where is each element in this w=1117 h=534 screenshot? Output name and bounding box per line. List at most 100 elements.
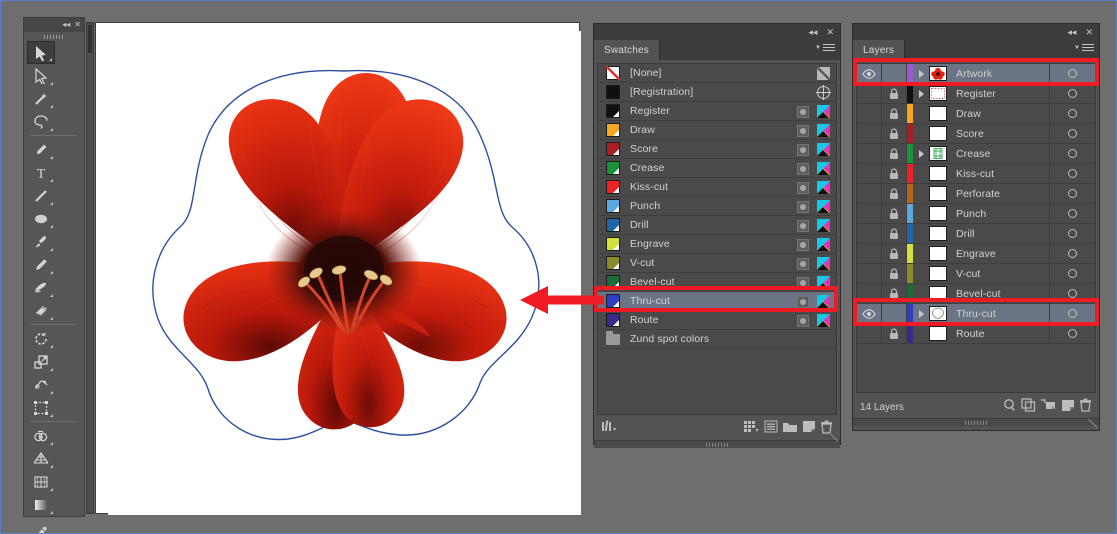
delete-selection-icon[interactable]	[1079, 398, 1092, 417]
swatches-resize-handle[interactable]	[829, 433, 838, 442]
layers-resize-handle[interactable]	[1088, 419, 1097, 428]
layer-target-indicator[interactable]	[1049, 164, 1095, 183]
swatch-color-chip[interactable]	[606, 142, 620, 156]
layer-visibility-toggle[interactable]	[857, 244, 882, 263]
layer-lock-toggle[interactable]	[882, 224, 907, 243]
swatch-color-chip[interactable]	[606, 256, 620, 270]
layer-visibility-toggle[interactable]	[857, 264, 882, 283]
layers-row-perforate[interactable]: Perforate	[857, 184, 1095, 204]
swatch-color-chip[interactable]	[606, 85, 620, 99]
layer-lock-toggle[interactable]	[882, 244, 907, 263]
swatch-color-chip[interactable]	[606, 275, 620, 289]
layer-lock-toggle[interactable]	[882, 104, 907, 123]
panel-menu-icon[interactable]: ▼	[1074, 44, 1094, 51]
ellipse-tool[interactable]	[27, 207, 55, 230]
swatches-row-register[interactable]: Register	[598, 102, 836, 121]
close-icon[interactable]: ✕	[1085, 27, 1093, 37]
layer-target-indicator[interactable]	[1049, 144, 1095, 163]
layers-row-v-cut[interactable]: V-cut	[857, 264, 1095, 284]
layers-row-engrave[interactable]: Engrave	[857, 244, 1095, 264]
layer-visibility-toggle[interactable]	[857, 184, 882, 203]
pen-tool[interactable]	[27, 138, 55, 161]
swatch-color-chip[interactable]	[606, 218, 620, 232]
close-icon[interactable]: ✕	[74, 21, 81, 29]
perspective-grid-tool[interactable]	[27, 447, 55, 470]
swatch-color-chip[interactable]	[606, 199, 620, 213]
lasso-tool[interactable]	[27, 110, 55, 133]
layer-lock-toggle[interactable]	[882, 84, 907, 103]
layer-disclosure-triangle[interactable]	[913, 84, 929, 103]
layer-target-indicator[interactable]	[1049, 284, 1095, 303]
mesh-tool[interactable]	[27, 470, 55, 493]
layer-target-indicator[interactable]	[1049, 264, 1095, 283]
layers-row-route[interactable]: Route	[857, 324, 1095, 344]
swatches-row-route[interactable]: Route	[598, 311, 836, 330]
layer-visibility-toggle[interactable]	[857, 304, 882, 323]
tab-layers[interactable]: Layers	[853, 40, 906, 60]
swatch-color-chip[interactable]	[606, 66, 620, 80]
swatch-color-chip[interactable]	[606, 294, 620, 308]
toolbar-drag-grip[interactable]	[24, 32, 84, 41]
layers-row-artwork[interactable]: Artwork	[857, 64, 1095, 84]
document-scrollbar[interactable]	[86, 22, 94, 514]
layers-row-score[interactable]: Score	[857, 124, 1095, 144]
close-icon[interactable]: ✕	[826, 27, 834, 37]
swatches-row-score[interactable]: Score	[598, 140, 836, 159]
swatch-options-icon[interactable]	[764, 420, 778, 438]
layers-list[interactable]: Artwork Register Draw Score Crease Kiss-cut Pe…	[856, 63, 1096, 393]
pencil-tool[interactable]	[27, 253, 55, 276]
layer-disclosure-triangle[interactable]	[913, 104, 929, 123]
layer-disclosure-triangle[interactable]	[913, 64, 929, 83]
layer-disclosure-triangle[interactable]	[913, 244, 929, 263]
collapse-to-icons-icon[interactable]: ◂◂	[1067, 27, 1076, 37]
layer-disclosure-triangle[interactable]	[913, 164, 929, 183]
layer-disclosure-triangle[interactable]	[913, 144, 929, 163]
panel-menu-icon[interactable]: ▼	[815, 44, 835, 51]
layer-visibility-toggle[interactable]	[857, 144, 882, 163]
swatches-row-draw[interactable]: Draw	[598, 121, 836, 140]
layers-row-crease[interactable]: Crease	[857, 144, 1095, 164]
layer-visibility-toggle[interactable]	[857, 224, 882, 243]
layer-target-indicator[interactable]	[1049, 64, 1095, 83]
layer-disclosure-triangle[interactable]	[913, 284, 929, 303]
layer-visibility-toggle[interactable]	[857, 104, 882, 123]
swatch-color-chip[interactable]	[606, 237, 620, 251]
collapse-to-icons-icon[interactable]: ◂◂	[62, 21, 70, 29]
layer-visibility-toggle[interactable]	[857, 164, 882, 183]
swatches-row-thru-cut[interactable]: Thru-cut	[598, 292, 836, 311]
swatches-row-kiss-cut[interactable]: Kiss-cut	[598, 178, 836, 197]
swatches-row-engrave[interactable]: Engrave	[598, 235, 836, 254]
layer-disclosure-triangle[interactable]	[913, 224, 929, 243]
direct-selection-tool[interactable]	[27, 64, 55, 87]
width-tool[interactable]	[27, 373, 55, 396]
layer-lock-toggle[interactable]	[882, 124, 907, 143]
layer-lock-toggle[interactable]	[882, 144, 907, 163]
swatch-libraries-menu-icon[interactable]	[601, 420, 618, 438]
layers-row-kiss-cut[interactable]: Kiss-cut	[857, 164, 1095, 184]
swatch-color-chip[interactable]	[606, 180, 620, 194]
layer-target-indicator[interactable]	[1049, 104, 1095, 123]
layer-disclosure-triangle[interactable]	[913, 304, 929, 323]
swatches-color-group-zund[interactable]: Zund spot colors	[598, 330, 836, 349]
layers-bottom-grip[interactable]	[853, 418, 1099, 426]
swatch-color-chip[interactable]	[606, 161, 620, 175]
scale-tool[interactable]	[27, 350, 55, 373]
layer-disclosure-triangle[interactable]	[913, 264, 929, 283]
layers-row-thru-cut[interactable]: Thru-cut	[857, 304, 1095, 324]
swatches-row-punch[interactable]: Punch	[598, 197, 836, 216]
layer-target-indicator[interactable]	[1049, 324, 1095, 343]
type-tool[interactable]: T	[27, 161, 55, 184]
new-color-group-icon[interactable]	[782, 420, 798, 438]
layer-lock-toggle[interactable]	[882, 324, 907, 343]
layer-target-indicator[interactable]	[1049, 184, 1095, 203]
paintbrush-tool[interactable]	[27, 230, 55, 253]
layer-disclosure-triangle[interactable]	[913, 124, 929, 143]
create-new-layer-icon[interactable]	[1061, 398, 1075, 417]
swatches-row-registration[interactable]: [Registration]	[598, 83, 836, 102]
layer-lock-toggle[interactable]	[882, 204, 907, 223]
swatches-row-drill[interactable]: Drill	[598, 216, 836, 235]
collapse-to-icons-icon[interactable]: ◂◂	[808, 27, 817, 37]
create-new-sublayer-icon[interactable]	[1040, 398, 1057, 417]
layer-visibility-toggle[interactable]	[857, 64, 882, 83]
artboard[interactable]	[108, 31, 581, 515]
